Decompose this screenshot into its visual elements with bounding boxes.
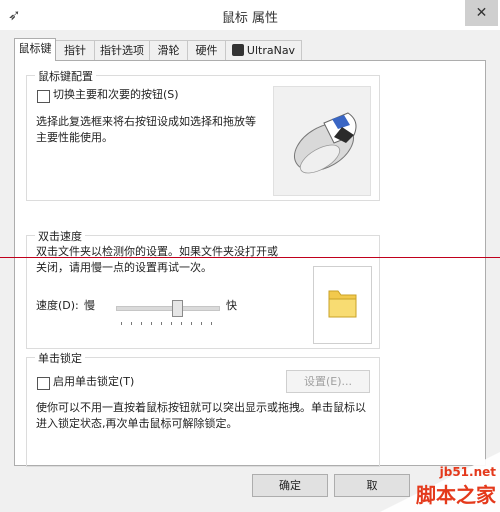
title-bar: ➶ 鼠标 属性 ✕ <box>0 0 500 30</box>
tab-ultranav[interactable]: UltraNav <box>225 40 302 60</box>
tab-pointer-options[interactable]: 指针选项 <box>94 40 150 60</box>
enable-click-lock-checkbox[interactable] <box>37 377 50 390</box>
slider-tick <box>201 322 202 325</box>
window-title: 鼠标 属性 <box>221 11 279 26</box>
folder-icon <box>328 290 357 318</box>
slider-tick <box>151 322 152 325</box>
tab-ultranav-label: UltraNav <box>246 44 296 57</box>
click-lock-settings-button[interactable]: 设置(E)... <box>286 370 370 393</box>
tab-buttons[interactable]: 鼠标键 <box>14 38 56 61</box>
switch-buttons-label[interactable]: 切换主要和次要的按钮(S) <box>53 87 179 103</box>
double-click-title: 双击速度 <box>35 228 85 244</box>
slider-tick <box>171 322 172 325</box>
tab-panel: 鼠标键配置 切换主要和次要的按钮(S) 选择此复选框来将右按钮设成如选择和拖放等… <box>14 60 486 467</box>
annotation-line <box>0 257 500 258</box>
switch-buttons-checkbox[interactable] <box>37 90 50 103</box>
trackpoint-icon <box>231 44 244 56</box>
click-lock-title: 单击锁定 <box>35 350 85 366</box>
watermark-name: 脚本之家 <box>416 483 496 507</box>
slider-tick <box>141 322 142 325</box>
speed-label: 速度(D): <box>36 299 79 312</box>
slider-tick <box>191 322 192 325</box>
slider-tick <box>181 322 182 325</box>
mouse-icon <box>294 112 357 174</box>
slider-tick <box>211 322 212 325</box>
dialog-body: 鼠标键 指针 指针选项 滑轮 硬件 UltraNav 鼠标键配置 切换主要和次要… <box>0 30 500 512</box>
click-lock-group: 单击锁定 启用单击锁定(T) 设置(E)... 使你可以不用一直按着鼠标按钮就可… <box>26 350 380 467</box>
speed-slider-track[interactable] <box>116 306 220 311</box>
slow-label: 慢 <box>84 299 95 312</box>
slider-tick <box>131 322 132 325</box>
tab-wheel[interactable]: 滑轮 <box>149 40 188 60</box>
click-lock-description: 使你可以不用一直按着鼠标按钮就可以突出显示或拖拽。单击鼠标以进入锁定状态,再次单… <box>36 401 366 430</box>
button-config-description: 选择此复选框来将右按钮设成如选择和拖放等主要性能使用。 <box>36 115 256 144</box>
mouse-illustration <box>273 86 371 196</box>
tab-hardware[interactable]: 硬件 <box>187 40 226 60</box>
double-click-description: 双击文件夹以检测你的设置。如果文件夹没打开或关闭，请用慢一点的设置再试一次。 <box>36 245 278 274</box>
enable-click-lock-label[interactable]: 启用单击锁定(T) <box>53 374 134 390</box>
speed-slider-thumb[interactable] <box>172 300 184 317</box>
test-folder-area[interactable] <box>313 266 372 344</box>
watermark: jb51.net 脚本之家 <box>416 465 496 508</box>
slider-tick <box>161 322 162 325</box>
slider-tick <box>121 322 122 325</box>
watermark-url: jb51.net <box>439 465 496 479</box>
fast-label: 快 <box>226 299 237 312</box>
tab-pointers[interactable]: 指针 <box>55 40 95 60</box>
ok-button[interactable]: 确定 <box>252 474 328 497</box>
close-button[interactable]: ✕ <box>465 0 498 26</box>
double-click-group: 双击速度 双击文件夹以检测你的设置。如果文件夹没打开或关闭，请用慢一点的设置再试… <box>26 228 380 349</box>
button-config-title: 鼠标键配置 <box>35 68 96 84</box>
button-config-group: 鼠标键配置 切换主要和次要的按钮(S) 选择此复选框来将右按钮设成如选择和拖放等… <box>26 68 380 201</box>
